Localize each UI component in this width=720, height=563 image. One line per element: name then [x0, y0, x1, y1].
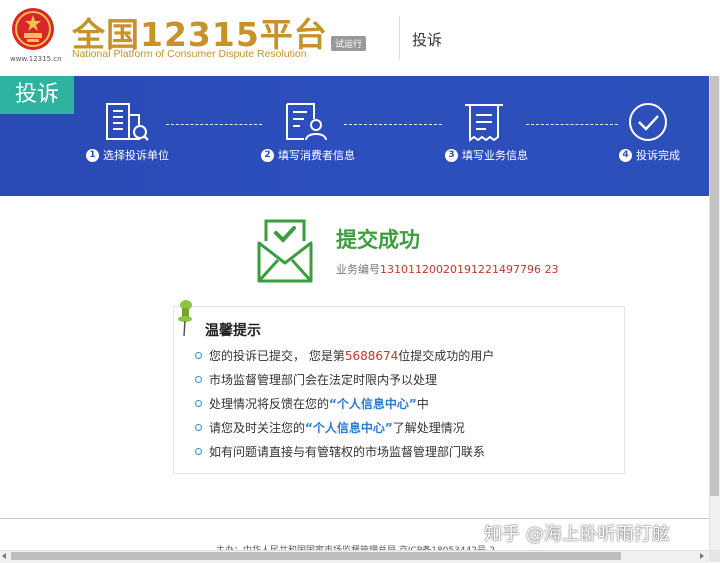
- envelope-check-icon: [257, 219, 313, 283]
- bullet-ring-icon: [195, 352, 202, 359]
- emblem-caption: www.12315.cn: [10, 55, 62, 63]
- step-1: 1 选择投诉单位: [86, 147, 169, 163]
- step-3: 3 填写业务信息: [445, 147, 528, 163]
- tip-text: 中: [416, 397, 429, 411]
- beta-badge: 试运行: [331, 36, 367, 51]
- pushpin-icon: [178, 300, 192, 337]
- section-tag: 投诉: [0, 76, 74, 114]
- tip-text: 您的投诉已提交， 您是第: [209, 349, 345, 363]
- bullet-ring-icon: [195, 400, 202, 407]
- tip-item: 处理情况将反馈在您的 “个人信息中心” 中: [195, 395, 429, 412]
- step-connector: [166, 124, 262, 125]
- watermark: 知乎 @海上卧听雨打舷: [484, 524, 670, 545]
- step-4: 4 投诉完成: [619, 147, 680, 163]
- tip-item: 请您及时关注您的 “个人信息中心” 了解处理情况: [195, 419, 465, 436]
- nav-complaint[interactable]: 投诉: [412, 29, 442, 50]
- business-number-label: 业务编号: [336, 263, 380, 276]
- step-connector: [344, 124, 442, 125]
- building-search-icon: [106, 103, 149, 141]
- step-2: 2 填写消费者信息: [261, 147, 355, 163]
- step-label: 投诉完成: [636, 149, 680, 162]
- tip-text: 如有问题请直接与有管辖权的市场监督管理部门联系: [209, 445, 486, 459]
- business-number-line: 业务编号13101120020191221497796 23: [336, 261, 558, 277]
- step-number: 4: [619, 148, 632, 162]
- check-circle-icon: [629, 103, 667, 141]
- step-connector: [526, 124, 618, 125]
- step-number: 1: [86, 148, 99, 162]
- step-label: 填写消费者信息: [278, 149, 355, 162]
- tip-item: 如有问题请直接与有管辖权的市场监督管理部门联系: [195, 443, 485, 460]
- step-label: 填写业务信息: [462, 149, 528, 162]
- personal-center-link[interactable]: “个人信息中心”: [329, 395, 417, 412]
- receipt-icon: [465, 104, 503, 142]
- success-title: 提交成功: [336, 228, 420, 252]
- tip-text: 市场监督管理部门会在法定时限内予以处理: [209, 373, 438, 387]
- bullet-ring-icon: [195, 448, 202, 455]
- tip-text: 处理情况将反馈在您的: [209, 397, 330, 411]
- vertical-scroll-thumb[interactable]: [710, 76, 719, 496]
- step-label: 选择投诉单位: [103, 149, 169, 162]
- header-divider: [399, 16, 400, 60]
- brand-subtitle: National Platform of Consumer Dispute Re…: [72, 48, 307, 60]
- personal-center-link[interactable]: “个人信息中心”: [305, 419, 393, 436]
- tip-item: 市场监督管理部门会在法定时限内予以处理: [195, 371, 437, 388]
- scrollbar-corner: [709, 550, 720, 562]
- tip-text: 请您及时关注您的: [209, 421, 306, 435]
- tip-text: 位提交成功的用户: [398, 349, 495, 363]
- bullet-ring-icon: [195, 376, 202, 383]
- national-emblem-icon: [12, 8, 54, 50]
- tip-text: 了解处理情况: [392, 421, 465, 435]
- horizontal-scroll-thumb[interactable]: [11, 552, 621, 560]
- user-form-icon: [286, 103, 327, 141]
- step-number: 3: [445, 148, 458, 162]
- tip-item: 您的投诉已提交， 您是第 5688674 位提交成功的用户: [195, 347, 494, 364]
- user-count: 5688674: [344, 348, 399, 363]
- scroll-left-arrow-icon[interactable]: [2, 553, 6, 559]
- business-number: 13101120020191221497796 23: [380, 263, 559, 276]
- tips-title: 温馨提示: [205, 323, 261, 339]
- scroll-right-arrow-icon[interactable]: [700, 553, 704, 559]
- step-number: 2: [261, 148, 274, 162]
- footer-divider: [0, 518, 709, 519]
- bullet-ring-icon: [195, 424, 202, 431]
